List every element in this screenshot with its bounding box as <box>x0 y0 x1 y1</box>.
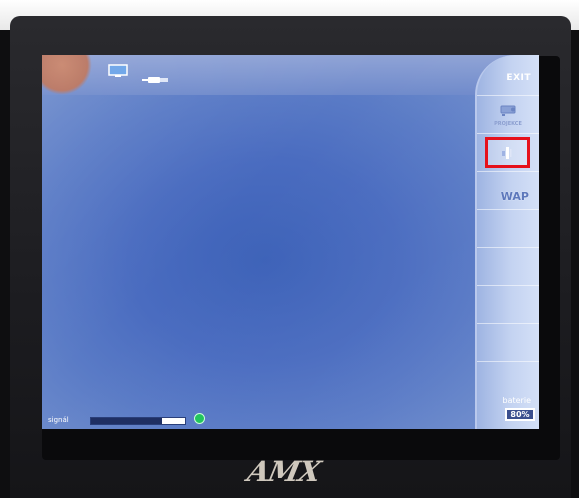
battery-title: baterie <box>502 396 531 405</box>
volume-icon <box>502 145 512 165</box>
signal-strength-fill <box>91 418 162 424</box>
projector-icon <box>499 101 519 120</box>
panel-slot-5[interactable] <box>477 209 539 248</box>
panel-slot-6[interactable] <box>477 247 539 286</box>
projector-button[interactable]: PROJEKCE <box>477 95 539 134</box>
panel-slot-9 <box>477 361 539 399</box>
signal-status-dot <box>194 413 205 424</box>
touch-screen: EXIT PROJEKCE WAP baterie 80% signál <box>42 55 539 429</box>
panel-slot-8[interactable] <box>477 323 539 362</box>
signal-strength-bar <box>90 417 186 425</box>
projector-label: PROJEKCE <box>494 121 522 127</box>
amx-logo: AMX <box>244 455 323 488</box>
signal-label: signál <box>48 416 69 424</box>
side-control-panel: EXIT PROJEKCE WAP baterie 80% <box>475 55 539 429</box>
exit-label: EXIT <box>506 73 531 83</box>
exit-button[interactable]: EXIT <box>477 55 539 96</box>
wap-label: WAP <box>500 190 529 203</box>
screen-glare <box>42 55 539 429</box>
wap-button[interactable]: WAP <box>477 171 539 210</box>
panel-slot-7[interactable] <box>477 285 539 324</box>
battery-value: 80% <box>505 408 535 421</box>
